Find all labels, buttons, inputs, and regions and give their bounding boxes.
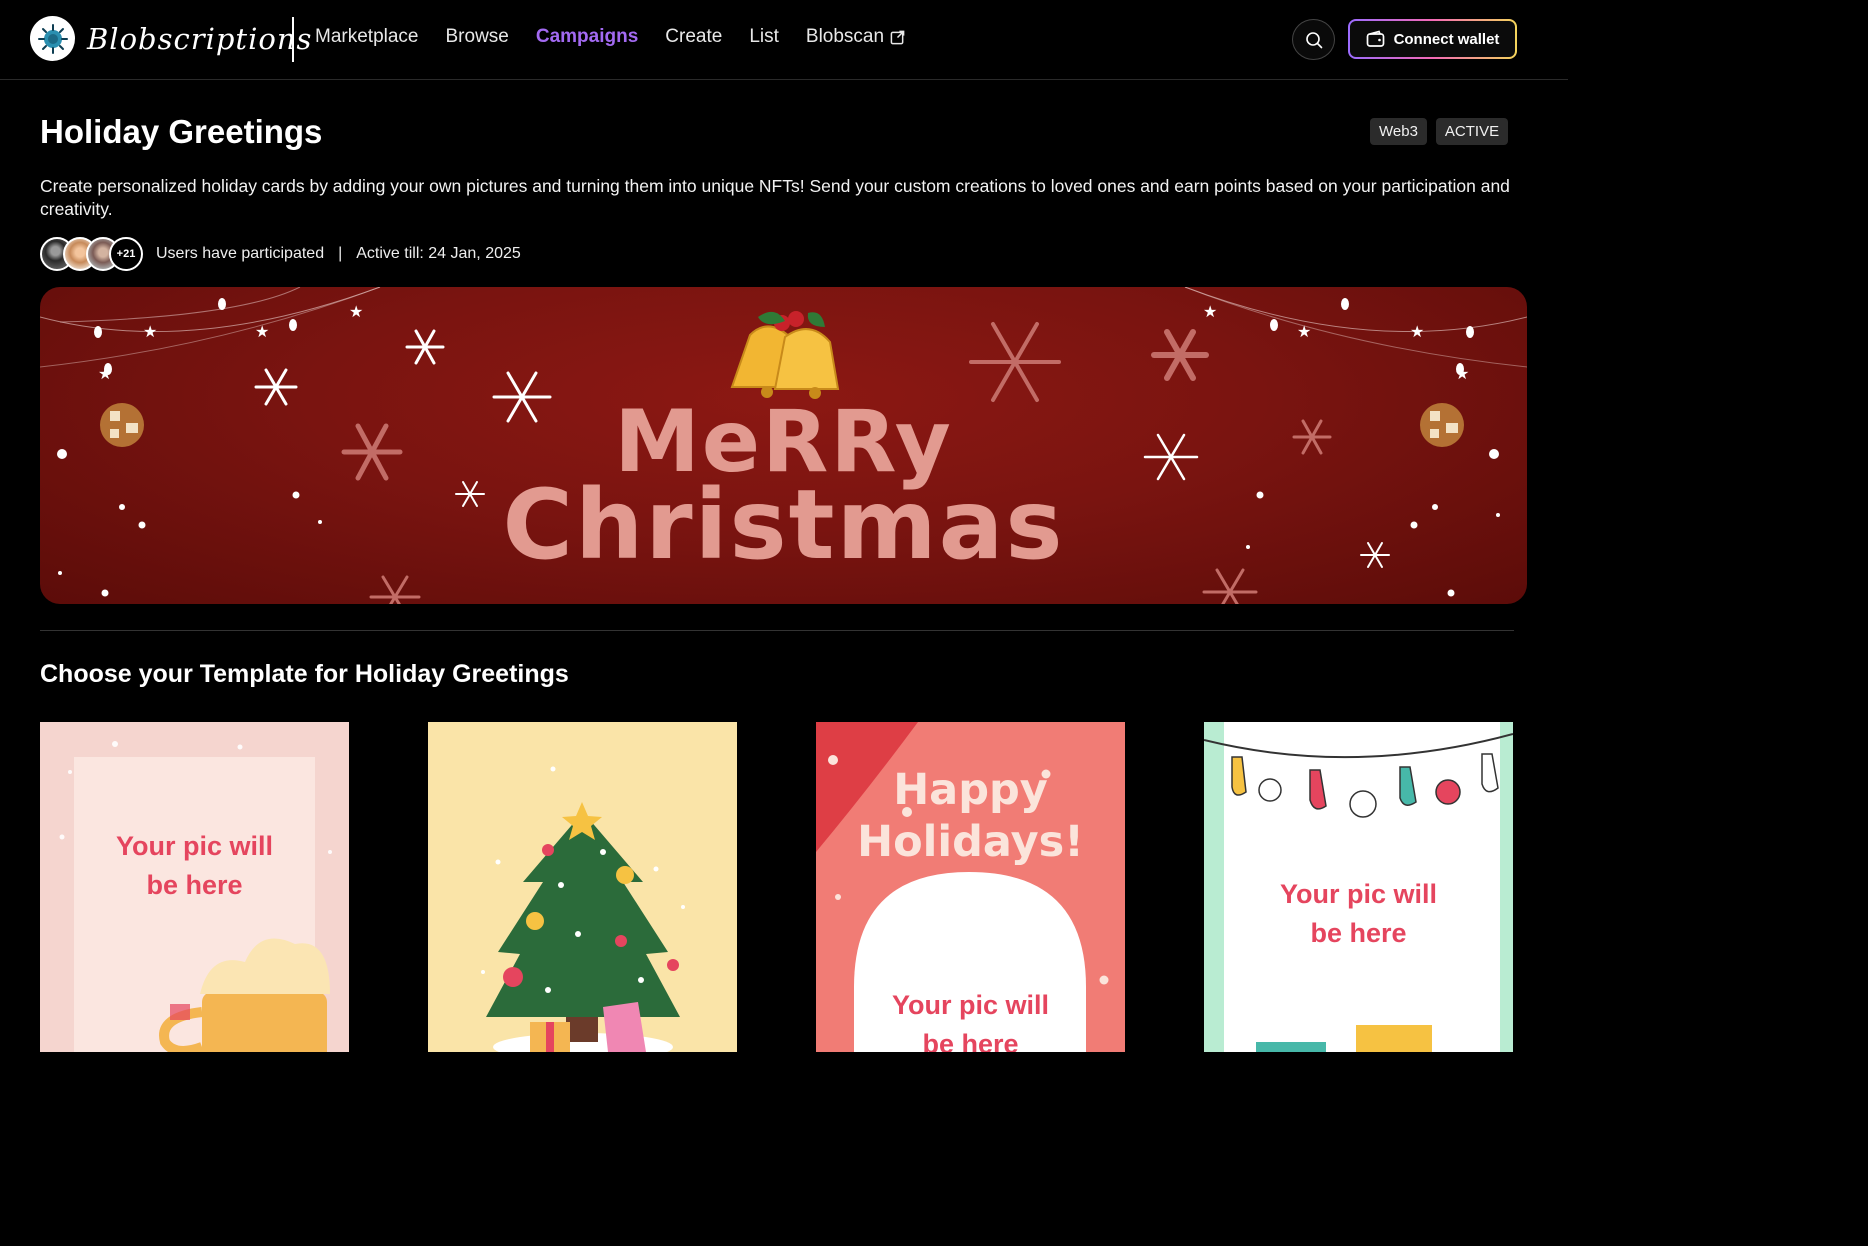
header-divider bbox=[292, 17, 294, 62]
card4-placeholder-text: Your pic will be here bbox=[1204, 875, 1513, 953]
card3-heading-line1: Happy bbox=[893, 765, 1048, 815]
campaign-banner: ★ ★ ★ ★ ★ ★ ★ ★ MeRRy Christmas bbox=[40, 287, 1527, 604]
card2-art bbox=[481, 766, 685, 1052]
brand-logo[interactable]: Blobscriptions bbox=[30, 16, 312, 61]
page-title: Holiday Greetings bbox=[40, 113, 323, 150]
svg-text:★: ★ bbox=[1203, 302, 1217, 321]
card1-text-line1: Your pic will bbox=[115, 831, 274, 861]
nav-browse[interactable]: Browse bbox=[446, 26, 509, 48]
card1-placeholder-text: Your pic will be here bbox=[40, 827, 349, 905]
main-nav: Marketplace Browse Campaigns Create List… bbox=[315, 26, 932, 48]
banner-line2: Christmas bbox=[502, 469, 1065, 581]
template-card-2[interactable] bbox=[428, 722, 737, 1052]
participants-label: Users have participated bbox=[156, 245, 325, 262]
search-button[interactable] bbox=[1292, 19, 1335, 60]
nav-campaigns[interactable]: Campaigns bbox=[536, 26, 638, 48]
template-card-4[interactable]: Your pic will be here bbox=[1204, 722, 1513, 1052]
template-card-1[interactable]: Your pic will be here bbox=[40, 722, 349, 1052]
nav-create[interactable]: Create bbox=[665, 26, 722, 48]
nav-marketplace[interactable]: Marketplace bbox=[315, 26, 419, 48]
avatar-stack: +21 bbox=[40, 237, 143, 271]
active-till: Active till: 24 Jan, 2025 bbox=[356, 245, 521, 262]
svg-text:★: ★ bbox=[255, 322, 269, 341]
card3-heading: Happy Holidays! bbox=[816, 764, 1125, 868]
connect-wallet-button[interactable]: Connect wallet bbox=[1348, 19, 1517, 59]
blob-logo-icon bbox=[30, 16, 75, 61]
svg-text:★: ★ bbox=[349, 302, 363, 321]
external-link-icon bbox=[890, 30, 905, 44]
top-header: Blobscriptions Marketplace Browse Campai… bbox=[0, 0, 1568, 80]
bell-icon bbox=[730, 311, 840, 399]
svg-text:★: ★ bbox=[98, 364, 112, 383]
search-icon bbox=[1305, 31, 1322, 48]
tag-badge: Web3 bbox=[1370, 118, 1427, 145]
participants-separator: | bbox=[338, 245, 343, 262]
card3-heading-line2: Holidays! bbox=[857, 817, 1084, 867]
nav-blobscan-label: Blobscan bbox=[805, 26, 885, 47]
wallet-icon bbox=[1366, 30, 1384, 47]
avatar-overflow-count: +21 bbox=[109, 237, 143, 271]
connect-wallet-label: Connect wallet bbox=[1393, 30, 1500, 48]
brand-name: Blobscriptions bbox=[87, 21, 313, 56]
card3-placeholder-text: Your pic will be here bbox=[816, 986, 1125, 1052]
svg-text:★: ★ bbox=[1297, 322, 1311, 341]
campaign-badges: Web3 ACTIVE bbox=[1370, 118, 1509, 145]
card4-text-line2: be here bbox=[1310, 918, 1407, 948]
card4-text-line1: Your pic will bbox=[1279, 879, 1438, 909]
svg-text:★: ★ bbox=[1410, 322, 1424, 341]
campaign-description: Create personalized holiday cards by add… bbox=[40, 176, 1510, 219]
template-card-3[interactable]: Happy Holidays! Your pic will be here bbox=[816, 722, 1125, 1052]
nav-list[interactable]: List bbox=[749, 26, 779, 48]
nav-blobscan[interactable]: Blobscan bbox=[806, 26, 905, 48]
status-badge: ACTIVE bbox=[1435, 118, 1509, 145]
card1-text-line2: be here bbox=[146, 870, 243, 900]
participants-row: +21 Users have participated | Active til… bbox=[40, 237, 521, 271]
svg-text:★: ★ bbox=[1455, 364, 1469, 383]
card3-text-line1: Your pic will bbox=[891, 990, 1050, 1020]
svg-text:★: ★ bbox=[143, 322, 157, 341]
card3-text-line2: be here bbox=[922, 1029, 1019, 1052]
template-section-title: Choose your Template for Holiday Greetin… bbox=[40, 660, 569, 688]
section-divider bbox=[40, 630, 1514, 631]
